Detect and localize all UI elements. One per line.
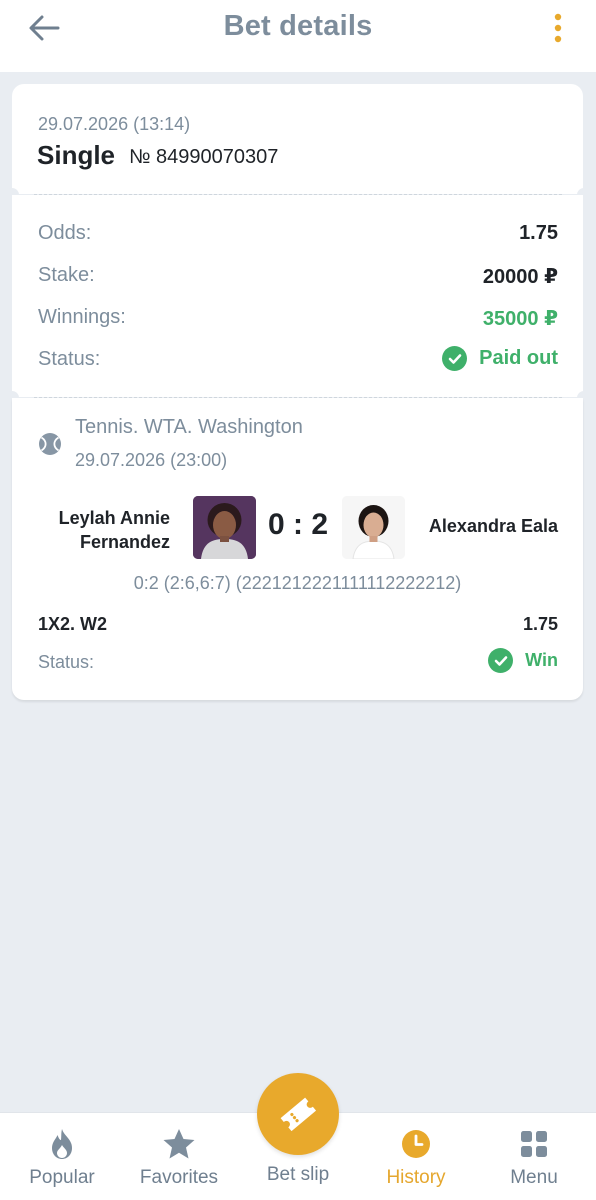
player2-avatar bbox=[342, 496, 405, 559]
stake-value: 20000 ₽ bbox=[482, 266, 558, 288]
nav-menu-label: Menu bbox=[510, 1167, 558, 1188]
app-bar: Bet details bbox=[0, 0, 596, 72]
bet-number: № 84990070307 bbox=[129, 146, 279, 168]
event-status-badge: Win bbox=[488, 648, 558, 673]
nav-betslip-label: Bet slip bbox=[266, 1164, 330, 1185]
odds-value: 1.75 bbox=[519, 222, 558, 244]
nav-menu[interactable]: Menu bbox=[494, 1113, 574, 1200]
clock-icon bbox=[399, 1127, 433, 1161]
tennis-ball-icon bbox=[39, 433, 61, 455]
market-odds: 1.75 bbox=[522, 614, 558, 634]
flame-icon bbox=[45, 1127, 79, 1161]
league-name: Tennis. WTA. Washington bbox=[75, 416, 303, 438]
player1-avatar bbox=[193, 496, 256, 559]
star-icon bbox=[162, 1127, 196, 1161]
nav-favorites[interactable]: Favorites bbox=[136, 1113, 222, 1200]
status-value: Paid out bbox=[479, 347, 558, 369]
bet-summary-card: Odds: 1.75 Stake: 20000 ₽ Winnings: 3500… bbox=[12, 195, 583, 397]
status-label: Status: bbox=[38, 348, 101, 370]
bet-datetime: 29.07.2026 (13:14) bbox=[38, 114, 191, 134]
winnings-label: Winnings: bbox=[38, 306, 126, 328]
ticket-icon bbox=[280, 1097, 317, 1132]
market-name: 1X2. W2 bbox=[38, 614, 108, 634]
match-score: 0 : 2 bbox=[267, 508, 329, 541]
bet-slip-button[interactable] bbox=[257, 1073, 339, 1155]
event-datetime: 29.07.2026 (23:00) bbox=[75, 450, 228, 470]
check-circle-icon bbox=[488, 648, 514, 673]
nav-history[interactable]: History bbox=[374, 1113, 458, 1200]
page-title: Bet details bbox=[223, 10, 373, 42]
more-vertical-icon bbox=[554, 13, 562, 43]
event-status-label: Status: bbox=[38, 652, 95, 672]
status-badge: Paid out bbox=[442, 346, 558, 371]
nav-popular-label: Popular bbox=[29, 1167, 95, 1188]
winnings-value: 35000 ₽ bbox=[482, 308, 558, 330]
grid-menu-icon bbox=[517, 1127, 551, 1161]
event-status-value: Win bbox=[525, 650, 558, 670]
player1-name: Leylah Annie Fernandez bbox=[58, 508, 170, 552]
event-card[interactable]: Tennis. WTA. Washington 29.07.2026 (23:0… bbox=[12, 398, 583, 700]
player2-name: Alexandra Eala bbox=[428, 516, 558, 536]
check-circle-icon bbox=[442, 346, 468, 371]
more-options-button[interactable] bbox=[546, 10, 570, 46]
nav-history-label: History bbox=[386, 1167, 446, 1188]
bet-type: Single bbox=[37, 140, 116, 170]
detailed-score: 0:2 (2:6,6:7) (2221212221111112222212) bbox=[133, 573, 462, 593]
nav-popular[interactable]: Popular bbox=[22, 1113, 102, 1200]
bet-header-card: 29.07.2026 (13:14) Single № 84990070307 bbox=[12, 84, 583, 194]
nav-favorites-label: Favorites bbox=[139, 1167, 219, 1188]
stake-label: Stake: bbox=[38, 264, 95, 286]
odds-label: Odds: bbox=[38, 222, 92, 244]
